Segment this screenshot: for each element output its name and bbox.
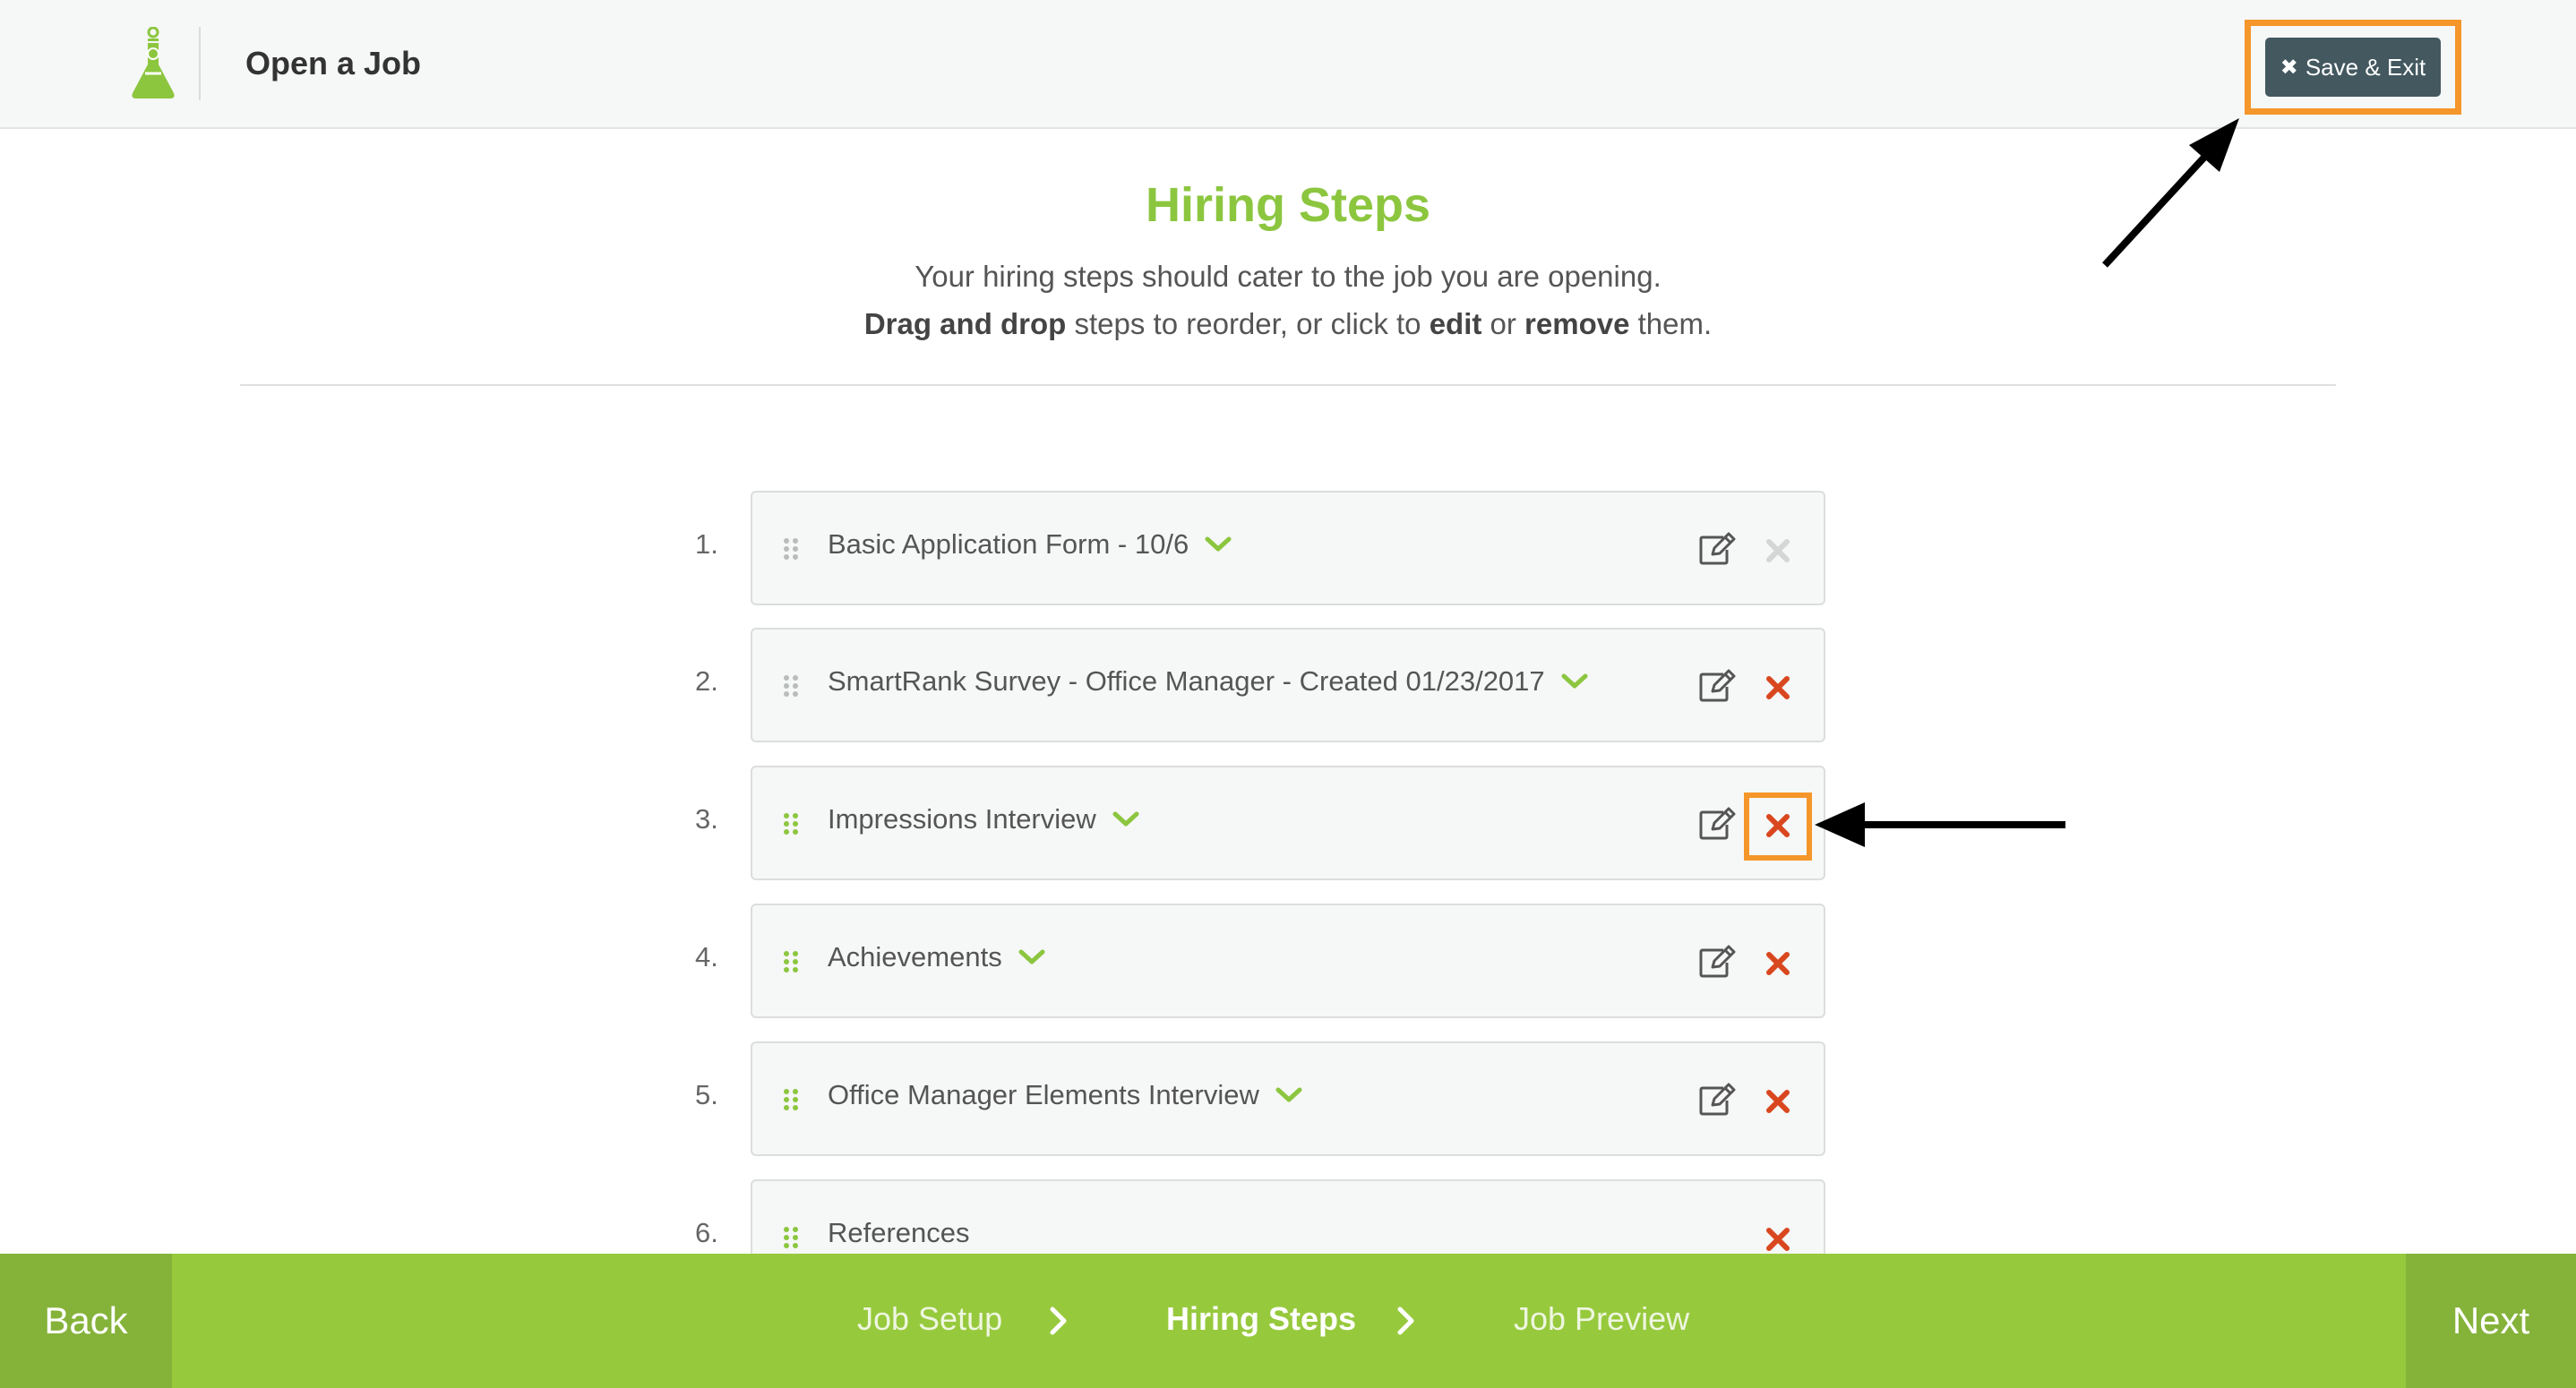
intro-text-1: steps to reorder, or click to [1066, 307, 1430, 340]
hiring-step[interactable]: Basic Application Form - 10/6 [751, 491, 1825, 605]
drag-grip-icon[interactable] [783, 674, 799, 698]
drag-grip-icon[interactable] [783, 812, 799, 835]
arrow-to-remove-icon [1815, 802, 2065, 847]
section-divider [240, 384, 2336, 386]
drag-grip-icon[interactable] [783, 1226, 799, 1249]
step-number: 2. [695, 665, 718, 697]
section-title: Hiring Steps [1145, 178, 1431, 232]
header-divider [199, 27, 201, 100]
hiring-step[interactable]: Achievements [751, 904, 1825, 1018]
crumb-job-setup[interactable]: Job Setup [857, 1300, 1002, 1338]
flask-icon [132, 27, 175, 99]
intro-text-3: them. [1629, 307, 1713, 340]
edit-icon[interactable] [1698, 669, 1736, 703]
step-name: Office Manager Elements Interview [828, 1079, 1259, 1110]
step-number: 5. [695, 1079, 718, 1110]
hiring-step[interactable]: Impressions Interview [751, 766, 1825, 880]
step-name-row: Office Manager Elements Interview [828, 1079, 1302, 1111]
page-title: Open a Job [245, 45, 422, 81]
edit-icon[interactable] [1698, 1083, 1736, 1117]
wizard-footer: Back Job Setup Hiring Steps Job Preview … [0, 1254, 2576, 1388]
step-number: 6. [695, 1217, 718, 1248]
intro-remove-text: remove [1524, 307, 1630, 340]
chevron-right-icon [1397, 1307, 1414, 1335]
save-exit-button[interactable]: ✖ Save & Exit [2265, 38, 2441, 97]
drag-grip-icon[interactable] [783, 537, 799, 561]
step-name-row: References [828, 1217, 970, 1249]
chevron-down-icon[interactable] [1275, 1086, 1302, 1104]
edit-icon[interactable] [1698, 945, 1736, 979]
next-button[interactable]: Next [2406, 1254, 2576, 1388]
close-icon[interactable] [1765, 950, 1791, 977]
intro-text-2: or [1481, 307, 1525, 340]
close-icon[interactable] [1765, 1088, 1791, 1115]
drag-grip-icon[interactable] [783, 1088, 799, 1111]
hiring-step[interactable]: Office Manager Elements Interview [751, 1041, 1825, 1156]
drag-grip-icon[interactable] [783, 950, 799, 973]
edit-icon[interactable] [1698, 807, 1736, 841]
close-icon[interactable] [1765, 812, 1791, 839]
step-name-row: Basic Application Form - 10/6 [828, 528, 1232, 561]
intro-drag-text: Drag and drop [863, 307, 1067, 340]
top-bar: Open a Job ✖ Save & Exit [0, 0, 2576, 129]
chevron-down-icon[interactable] [1205, 535, 1232, 553]
intro-edit-text: edit [1429, 307, 1482, 340]
close-icon[interactable] [1765, 674, 1791, 701]
step-name-row: Impressions Interview [828, 803, 1139, 835]
chevron-down-icon[interactable] [1561, 673, 1588, 690]
step-number: 4. [695, 941, 718, 972]
intro-line-2: Drag and drop steps to reorder, or click… [0, 307, 2576, 341]
chevron-right-icon [1050, 1307, 1067, 1335]
back-button[interactable]: Back [0, 1254, 172, 1388]
close-icon[interactable] [1765, 1226, 1791, 1253]
hiring-step[interactable]: SmartRank Survey - Office Manager - Crea… [751, 628, 1825, 742]
step-name: Achievements [828, 941, 1002, 972]
close-icon [1766, 539, 1790, 562]
crumb-hiring-steps[interactable]: Hiring Steps [1166, 1300, 1356, 1338]
step-name: SmartRank Survey - Office Manager - Crea… [828, 665, 1545, 697]
chevron-down-icon[interactable] [1018, 948, 1045, 966]
step-name: References [828, 1217, 970, 1248]
step-name-row: Achievements [828, 941, 1045, 973]
step-name: Impressions Interview [828, 803, 1096, 835]
chevron-down-icon[interactable] [1112, 810, 1139, 828]
step-number: 3. [695, 803, 718, 835]
edit-icon[interactable] [1698, 532, 1736, 566]
save-exit-label: Save & Exit [2305, 53, 2426, 81]
step-name: Basic Application Form - 10/6 [828, 528, 1189, 560]
step-name-row: SmartRank Survey - Office Manager - Crea… [828, 665, 1588, 698]
crumb-job-preview[interactable]: Job Preview [1514, 1300, 1689, 1338]
save-exit-highlight: ✖ Save & Exit [2245, 20, 2461, 115]
step-number: 1. [695, 528, 718, 560]
intro-line-1: Your hiring steps should cater to the jo… [914, 260, 1662, 293]
close-icon: ✖ [2280, 55, 2298, 80]
